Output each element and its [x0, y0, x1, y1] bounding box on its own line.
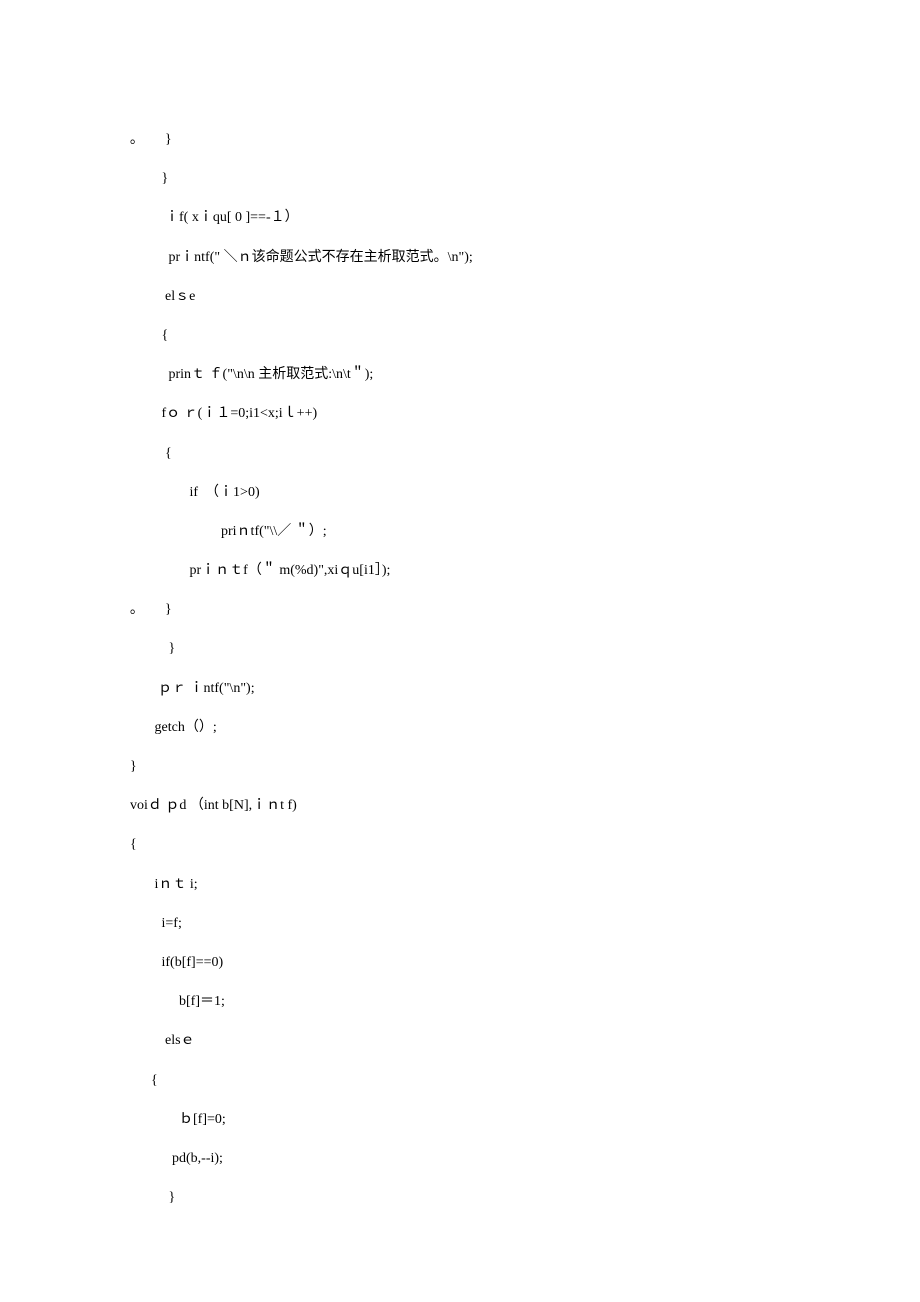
- code-line: elｓe: [130, 277, 810, 316]
- code-line: }: [130, 747, 810, 786]
- code-line: if(b[f]==0): [130, 943, 810, 982]
- code-line: elsｅ: [130, 1021, 810, 1060]
- code-line: fｏ ｒ(ｉ１=0;i1<x;iｌ++): [130, 394, 810, 433]
- code-line: pd(b,--i);: [130, 1139, 810, 1178]
- code-line: ｂ[f]=0;: [130, 1100, 810, 1139]
- code-line: i=f;: [130, 904, 810, 943]
- code-line: prinｔ ｆ("\n\n 主析取范式:\n\t＂);: [130, 355, 810, 394]
- code-line: ｡ }: [130, 120, 810, 159]
- code-line: ｐｒ ｉntf("\n");: [130, 669, 810, 708]
- code-line: getch（）;: [130, 708, 810, 747]
- code-line: ｉf( xｉqu[ 0 ]==-１）: [130, 198, 810, 237]
- code-line: {: [130, 434, 810, 473]
- code-line: {: [130, 825, 810, 864]
- code-line: prｉntf(" ＼ｎ该命题公式不存在主析取范式。\n");: [130, 238, 810, 277]
- code-line: voiｄ ｐd （int b[N],ｉｎt f): [130, 786, 810, 825]
- code-line: }: [130, 159, 810, 198]
- code-line: b[f]＝1;: [130, 982, 810, 1021]
- code-line: if （ｉ1>0): [130, 473, 810, 512]
- code-line: prｉｎｔf（＂ m(%d)",xiｑu[i1］);: [130, 551, 810, 590]
- code-line: }: [130, 1178, 810, 1217]
- code-line: priｎtf("\\／ ＂）;: [130, 512, 810, 551]
- code-line: }: [130, 629, 810, 668]
- code-line: {: [130, 1061, 810, 1100]
- code-line: ｡ }: [130, 590, 810, 629]
- code-line: iｎｔ i;: [130, 865, 810, 904]
- code-line: {: [130, 316, 810, 355]
- code-page: ｡ } } ｉf( xｉqu[ 0 ]==-１） prｉntf(" ＼ｎ该命题公…: [0, 0, 920, 1277]
